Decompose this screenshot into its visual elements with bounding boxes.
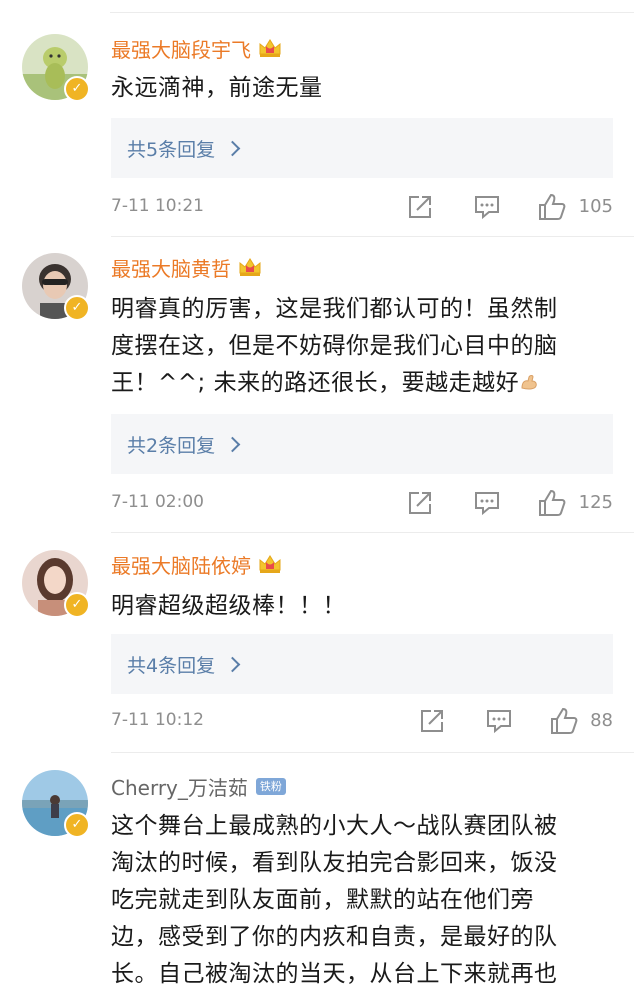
comment-icon[interactable] bbox=[485, 708, 513, 734]
thumbs-up-icon[interactable] bbox=[549, 706, 579, 736]
content-line: 度摆在这，但是不妨碍你是我们心目中的脑 bbox=[111, 333, 558, 359]
share-icon[interactable] bbox=[419, 708, 445, 734]
meta-row: 7-11 10:21 105 bbox=[111, 192, 613, 224]
comment-icon[interactable] bbox=[473, 490, 501, 516]
verified-badge-icon: ✓ bbox=[64, 592, 90, 618]
crown-icon bbox=[239, 258, 261, 276]
view-replies-link[interactable]: 共4条回复 bbox=[127, 651, 215, 678]
username-row: 最强大脑陆依婷 bbox=[111, 550, 283, 578]
timestamp: 7-11 10:12 bbox=[111, 710, 204, 730]
comment-content: 明睿真的厉害，这是我们都认可的！虽然制 度摆在这，但是不妨碍你是我们心目中的脑 … bbox=[111, 291, 621, 402]
crown-icon bbox=[259, 39, 281, 57]
top-divider bbox=[110, 12, 634, 13]
content-line: 明睿真的厉害，这是我们都认可的！虽然制 bbox=[111, 296, 558, 322]
view-replies-link[interactable]: 共5条回复 bbox=[127, 135, 215, 162]
chevron-right-icon bbox=[224, 436, 241, 452]
fan-badge: 铁粉 bbox=[255, 777, 286, 795]
chevron-right-icon bbox=[224, 140, 241, 156]
comment-content: 这个舞台上最成熟的小大人～战队赛团队被 淘汰的时候，看到队友拍完合影回来，饭没 … bbox=[111, 808, 621, 993]
divider bbox=[111, 752, 634, 753]
thumbs-up-icon[interactable] bbox=[537, 192, 567, 222]
view-replies-link[interactable]: 共2条回复 bbox=[127, 431, 215, 458]
content-line: 王！^^; 未来的路还很长，要越走越好 bbox=[111, 370, 520, 396]
replies-box[interactable]: 共2条回复 bbox=[111, 414, 613, 474]
username[interactable]: 最强大脑黄哲 bbox=[111, 253, 231, 282]
content-line: 永远滴神，前途无量 bbox=[111, 75, 323, 101]
chevron-right-icon bbox=[224, 656, 241, 672]
timestamp: 7-11 02:00 bbox=[111, 492, 204, 512]
username-row: 最强大脑黄哲 bbox=[111, 253, 263, 281]
verified-badge-icon: ✓ bbox=[64, 76, 90, 102]
share-icon[interactable] bbox=[407, 194, 433, 220]
comment-content: 永远滴神，前途无量 bbox=[111, 70, 621, 107]
verified-badge-icon: ✓ bbox=[64, 295, 90, 321]
crown-icon bbox=[259, 555, 281, 573]
content-line-with-emoji: 王！^^; 未来的路还很长，要越走越好 bbox=[111, 365, 621, 402]
divider bbox=[111, 236, 634, 237]
comment-icon[interactable] bbox=[473, 194, 501, 220]
like-count: 105 bbox=[578, 196, 613, 217]
username[interactable]: Cherry_万洁茹 bbox=[111, 772, 248, 801]
content-line: 淘汰的时候，看到队友拍完合影回来，饭没 bbox=[111, 850, 558, 876]
share-icon[interactable] bbox=[407, 490, 433, 516]
username-row: Cherry_万洁茹 铁粉 bbox=[111, 772, 286, 800]
verified-badge-icon: ✓ bbox=[64, 812, 90, 838]
content-line: 长。自己被淘汰的当天，从台上下来就再也 bbox=[111, 961, 558, 987]
divider bbox=[111, 532, 634, 533]
timestamp: 7-11 10:21 bbox=[111, 196, 204, 216]
content-line: 边，感受到了你的内疚和自责，是最好的队 bbox=[111, 924, 558, 950]
meta-row: 7-11 10:12 88 bbox=[111, 706, 613, 738]
username[interactable]: 最强大脑陆依婷 bbox=[111, 550, 251, 579]
flexed-biceps-icon bbox=[521, 375, 537, 390]
replies-box[interactable]: 共5条回复 bbox=[111, 118, 613, 178]
like-count: 88 bbox=[590, 710, 613, 731]
replies-box[interactable]: 共4条回复 bbox=[111, 634, 613, 694]
thumbs-up-icon[interactable] bbox=[537, 488, 567, 518]
content-line: 吃完就走到队友面前，默默的站在他们旁 bbox=[111, 887, 534, 913]
username-row: 最强大脑段宇飞 bbox=[111, 34, 283, 62]
meta-row: 7-11 02:00 125 bbox=[111, 488, 613, 520]
like-count: 125 bbox=[578, 492, 613, 513]
content-line: 明睿超级超级棒！！！ bbox=[111, 593, 346, 619]
username[interactable]: 最强大脑段宇飞 bbox=[111, 34, 251, 63]
comment-content: 明睿超级超级棒！！！ bbox=[111, 588, 621, 625]
content-line: 这个舞台上最成熟的小大人～战队赛团队被 bbox=[111, 813, 558, 839]
